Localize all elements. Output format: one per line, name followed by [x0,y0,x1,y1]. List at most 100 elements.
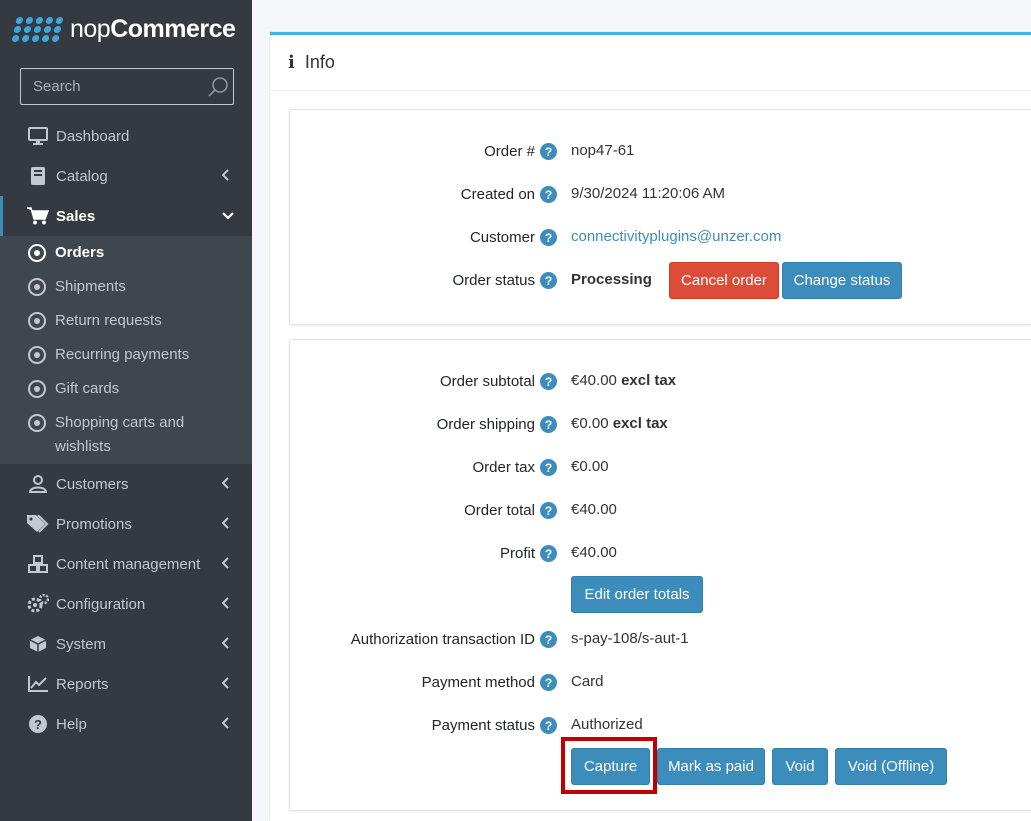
order-subtotal-value: €40.00 excl tax [571,372,677,389]
help-icon[interactable]: ? [540,545,557,562]
info-icon: i [288,52,295,73]
sidebar-subitem-label: Recurring payments [55,346,190,363]
sidebar-subitem-shipments[interactable]: Shipments [0,275,252,299]
payment-status-row: Payment status ? Authorized [290,711,1031,741]
created-on-row: Created on ? 9/30/2024 11:20:06 AM [290,180,1031,210]
sidebar-subitem-label: Gift cards [55,380,120,397]
help-icon[interactable]: ? [540,143,557,160]
circle-dot-icon [28,346,46,364]
sidebar-item-label: Catalog [56,167,108,185]
gears-icon [27,593,49,615]
chevron-left-icon [222,637,229,649]
customer-row: Customer ? connectivityplugins@unzer.com [290,223,1031,253]
circle-dot-icon [28,414,46,432]
question-circle-icon: ? [27,713,49,735]
created-on-value: 9/30/2024 11:20:06 AM [571,185,726,202]
sidebar-subitem-label: Shipments [55,278,126,295]
cancel-order-button[interactable]: Cancel order [669,262,779,299]
void-button[interactable]: Void [772,748,828,785]
chevron-down-icon [222,212,234,220]
sidebar-item-label: Help [56,715,87,733]
help-icon[interactable]: ? [540,373,557,390]
svg-text:?: ? [34,717,42,732]
sidebar-item-dashboard[interactable]: Dashboard [0,116,252,156]
card-title: Info [304,52,335,72]
help-icon[interactable]: ? [540,459,557,476]
sidebar-item-customers[interactable]: Customers [0,464,252,504]
help-icon[interactable]: ? [540,272,557,289]
auth-transaction-row: Authorization transaction ID ? s-pay-108… [290,625,1031,655]
brand-logo[interactable]: nopCommerce [0,0,252,58]
payment-method-value: Card [571,673,604,690]
sidebar-item-content-management[interactable]: Content management [0,544,252,584]
created-on-label: Created on [460,186,535,203]
sidebar-item-system[interactable]: System [0,624,252,664]
sidebar-item-label: Content management [56,555,201,573]
order-status-row: Order status ? Processing [290,266,1031,296]
capture-highlight-box [561,737,657,794]
search-input[interactable]: Search [20,68,234,105]
search-icon[interactable] [203,72,233,102]
sidebar-subitem-shopping-carts[interactable]: Shopping carts and wishlists [0,411,252,459]
help-icon[interactable]: ? [540,416,557,433]
book-icon [27,165,49,187]
help-icon[interactable]: ? [540,186,557,203]
order-total-row: Order total ? €40.00 [290,496,1031,526]
payment-method-label: Payment method [421,674,535,691]
logo-dots-icon [11,16,64,42]
order-number-label: Order # [484,143,535,160]
sidebar-item-configuration[interactable]: Configuration [0,584,252,624]
circle-dot-icon [28,312,46,330]
chart-icon [27,673,49,695]
sidebar-subitem-label: Orders [55,244,105,261]
sidebar-item-label: System [56,635,107,653]
chevron-left-icon [222,597,229,609]
sidebar-subitem-return-requests[interactable]: Return requests [0,309,252,333]
help-icon[interactable]: ? [540,631,557,648]
sidebar-item-label: Customers [56,475,129,493]
sidebar-item-catalog[interactable]: Catalog [0,156,252,196]
customer-link[interactable]: connectivityplugins@unzer.com [571,228,781,245]
sidebar: nopCommerce Search Dashboard Catalog Sal… [0,0,252,821]
chevron-left-icon [222,169,229,181]
profit-value: €40.00 [571,544,617,561]
void-offline-button[interactable]: Void (Offline) [835,748,947,785]
order-subtotal-label: Order subtotal [439,373,535,390]
sidebar-subitem-gift-cards[interactable]: Gift cards [0,377,252,401]
circle-dot-icon [28,244,46,262]
sidebar-item-label: Sales [56,207,96,225]
sidebar-item-label: Dashboard [56,127,130,145]
card-header[interactable]: i Info [270,35,1031,91]
sidebar-subitem-orders[interactable]: Orders [0,241,252,265]
payment-status-value: Authorized [571,716,643,733]
sidebar-subitem-recurring-payments[interactable]: Recurring payments [0,343,252,367]
help-icon[interactable]: ? [540,674,557,691]
order-info-panel: Order # ? nop47-61 Created on ? 9/30/202… [289,109,1031,325]
order-status-label: Order status [452,272,535,289]
sidebar-item-sales[interactable]: Sales [0,196,252,236]
sidebar-item-label: Reports [56,675,109,693]
change-status-button[interactable]: Change status [782,262,902,299]
order-number-row: Order # ? nop47-61 [290,137,1031,167]
sidebar-item-help[interactable]: ? Help [0,704,252,744]
monitor-icon [27,125,49,147]
sidebar-item-promotions[interactable]: Promotions [0,504,252,544]
mark-as-paid-button[interactable]: Mark as paid [657,748,765,785]
chevron-left-icon [222,477,229,489]
sales-submenu: Orders Shipments Return requests Recurri… [0,236,252,464]
payment-status-label: Payment status [431,717,535,734]
help-icon[interactable]: ? [540,502,557,519]
help-icon[interactable]: ? [540,229,557,246]
order-shipping-row: Order shipping ? €0.00 excl tax [290,410,1031,440]
search-placeholder: Search [33,78,81,95]
help-icon[interactable]: ? [540,717,557,734]
edit-order-totals-button[interactable]: Edit order totals [571,576,703,613]
tags-icon [27,513,49,535]
circle-dot-icon [28,380,46,398]
cube-icon [27,633,49,655]
cart-icon [27,205,49,227]
order-total-value: €40.00 [571,501,617,518]
sidebar-item-reports[interactable]: Reports [0,664,252,704]
sidebar-subitem-label: Shopping carts and wishlists [55,414,185,455]
profit-row: Profit ? €40.00 [290,539,1031,569]
